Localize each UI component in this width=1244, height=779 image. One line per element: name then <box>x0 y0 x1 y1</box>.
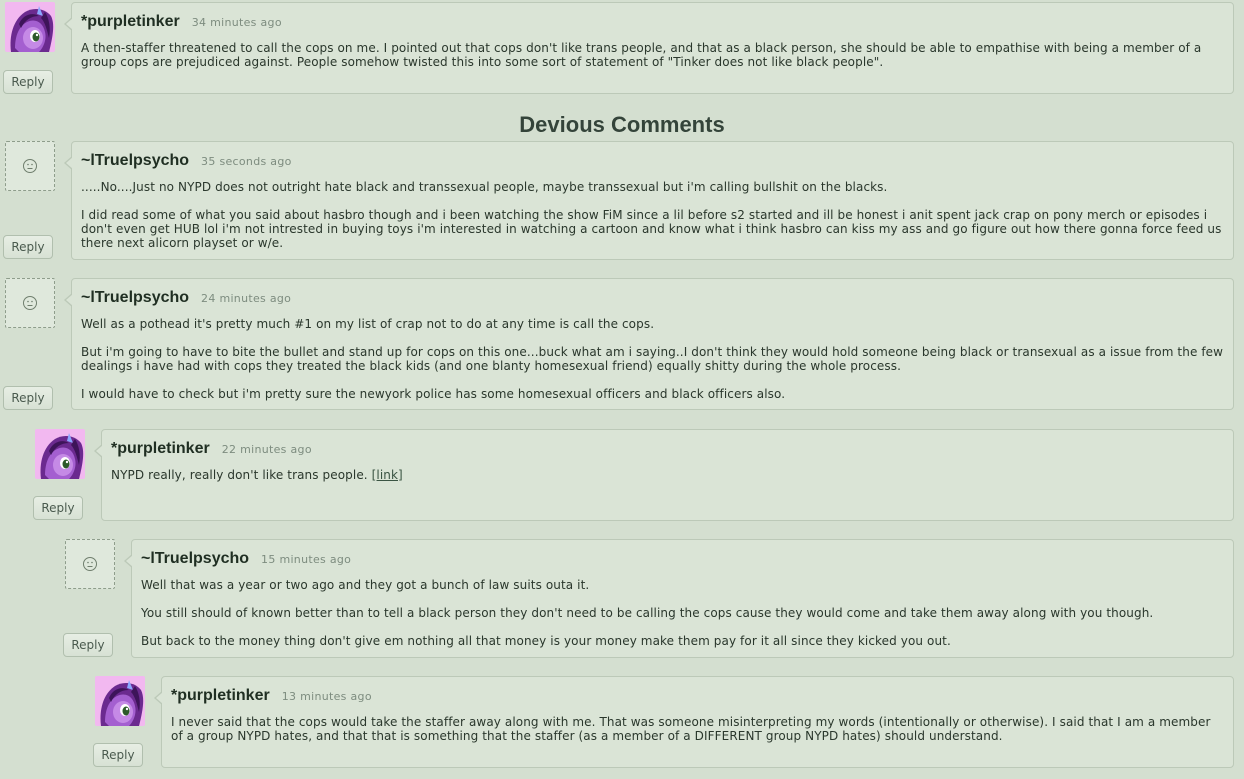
username[interactable]: *purpletinker <box>111 440 210 458</box>
section-title: Devious Comments <box>519 112 725 137</box>
default-avatar[interactable] <box>5 141 55 191</box>
comment-thread: Devious Comments Reply *purpletinker 34 … <box>0 0 1244 779</box>
smiley-icon <box>23 296 37 310</box>
default-avatar[interactable] <box>65 539 115 589</box>
username[interactable]: *purpletinker <box>171 687 270 705</box>
comment-paragraph: I would have to check but i'm pretty sur… <box>81 387 786 401</box>
default-avatar[interactable] <box>5 278 55 328</box>
comment-paragraph: But back to the money thing don't give e… <box>141 634 951 648</box>
pony-avatar[interactable] <box>35 429 85 479</box>
timestamp[interactable]: 15 minutes ago <box>261 553 351 566</box>
reply-button[interactable]: Reply <box>93 743 143 767</box>
comment-body: .....No....Just no NYPD does not outrigh… <box>81 180 1224 250</box>
timestamp[interactable]: 13 minutes ago <box>282 690 372 703</box>
smiley-icon <box>83 557 97 571</box>
comment-paragraph: You still should of known better than to… <box>141 606 1154 620</box>
comment-bubble: *purpletinker 13 minutes ago I never sai… <box>154 676 1234 768</box>
comment-bubble: ~lTruelpsycho 15 minutes ago Well that w… <box>124 539 1234 658</box>
pony-icon <box>5 2 55 52</box>
reply-button[interactable]: Reply <box>3 235 53 259</box>
reply-button[interactable]: Reply <box>3 386 53 410</box>
comment-paragraph: NYPD really, really don't like trans peo… <box>111 468 1224 482</box>
username[interactable]: ~lTruelpsycho <box>81 289 189 307</box>
comment-text: NYPD really, really don't like trans peo… <box>111 468 368 482</box>
comment-bubble: *purpletinker 22 minutes ago NYPD really… <box>94 429 1234 521</box>
timestamp[interactable]: 22 minutes ago <box>222 443 312 456</box>
comment-body: NYPD really, really don't like trans peo… <box>111 468 1224 482</box>
comment-paragraph: .....No....Just no NYPD does not outrigh… <box>81 180 888 194</box>
comment-paragraph: I never said that the cops would take th… <box>171 715 1211 743</box>
comment-bubble: ~lTruelpsycho 24 minutes ago Well as a p… <box>64 278 1234 410</box>
username[interactable]: ~lTruelpsycho <box>81 152 189 170</box>
pony-avatar[interactable] <box>5 2 55 52</box>
username[interactable]: ~lTruelpsycho <box>141 550 249 568</box>
pony-icon <box>95 676 145 726</box>
timestamp[interactable]: 35 seconds ago <box>201 155 292 168</box>
comment-paragraph: I did read some of what you said about h… <box>81 208 1222 250</box>
reply-button[interactable]: Reply <box>63 633 113 657</box>
comment-paragraph: Well as a pothead it's pretty much #1 on… <box>81 317 655 331</box>
comment-paragraph: A then-staffer threatened to call the co… <box>81 41 1202 69</box>
comment-body: Well that was a year or two ago and they… <box>141 578 1224 648</box>
timestamp[interactable]: 24 minutes ago <box>201 292 291 305</box>
reply-button[interactable]: Reply <box>3 70 53 94</box>
comment-body: Well as a pothead it's pretty much #1 on… <box>81 317 1224 401</box>
timestamp[interactable]: 34 minutes ago <box>192 16 282 29</box>
comment-bubble: ~lTruelpsycho 35 seconds ago .....No....… <box>64 141 1234 260</box>
username[interactable]: *purpletinker <box>81 13 180 31</box>
smiley-icon <box>23 159 37 173</box>
comment-body: I never said that the cops would take th… <box>171 715 1224 743</box>
comment-body: A then-staffer threatened to call the co… <box>81 41 1224 69</box>
reply-button[interactable]: Reply <box>33 496 83 520</box>
comment-link[interactable]: [link] <box>372 468 403 482</box>
pony-avatar[interactable] <box>95 676 145 726</box>
comment-bubble: *purpletinker 34 minutes ago A then-staf… <box>64 2 1234 94</box>
comment-paragraph: But i'm going to have to bite the bullet… <box>81 345 1224 373</box>
pony-icon <box>35 429 85 479</box>
comment-paragraph: Well that was a year or two ago and they… <box>141 578 590 592</box>
